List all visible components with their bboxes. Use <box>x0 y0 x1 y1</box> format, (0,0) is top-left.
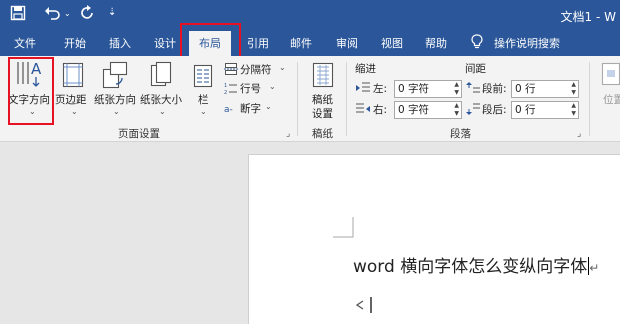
spacing-before-icon <box>466 82 480 93</box>
group-separator <box>589 62 590 136</box>
margins-icon <box>62 62 84 88</box>
chevron-down-icon: ⌄ <box>269 82 276 91</box>
page-size-icon <box>150 61 172 87</box>
document-workspace: word 横向字体怎么变纵向字体 ↵ <box>0 142 620 324</box>
tab-view[interactable]: 视图 <box>381 35 403 51</box>
size-label: 纸张大小 <box>140 94 182 106</box>
chevron-down-icon: ⌄ <box>71 107 78 116</box>
tab-home[interactable]: 开始 <box>64 35 86 51</box>
indent-left-value: 0 字符 <box>398 83 430 95</box>
chevron-down-icon: ⌄ <box>159 107 166 116</box>
spacing-heading: 间距 <box>465 63 486 75</box>
manuscript-group-label: 稿纸 <box>312 128 333 140</box>
save-icon[interactable] <box>10 5 26 25</box>
title-bar: ⌄ ⇣ 文档1 - W <box>0 0 620 30</box>
spin-arrows-icon[interactable]: ▲ ▼ <box>454 81 459 97</box>
spacing-after-input[interactable]: 0 行 ▲ ▼ <box>511 101 579 119</box>
spin-arrows-icon[interactable]: ▲ ▼ <box>571 81 576 97</box>
spacing-after-label: 段后: <box>482 104 507 116</box>
margin-corner-mark <box>333 217 354 238</box>
document-text[interactable]: word 横向字体怎么变纵向字体 ↵ <box>353 252 599 277</box>
tab-file[interactable]: 文件 <box>14 35 36 51</box>
group-separator <box>297 62 298 136</box>
tab-help[interactable]: 帮助 <box>425 35 447 51</box>
line-numbers-icon: 12 <box>224 83 237 95</box>
ribbon: A 文字方向 ⌄ 页边距 ⌄ 纸张方向 ⌄ 纸张大小 ⌄ 栏 ⌄ 分隔符 ⌄ 1… <box>0 56 620 142</box>
columns-label: 栏 <box>198 94 209 106</box>
dialog-launcher-icon[interactable]: ⌟ <box>577 129 581 139</box>
manuscript-icon <box>312 62 334 88</box>
tell-me-search[interactable]: 操作说明搜索 <box>494 35 560 51</box>
lightbulb-icon <box>471 34 483 52</box>
orientation-label: 纸张方向 <box>94 94 136 106</box>
text-direction-highlight <box>8 57 54 125</box>
tab-insert[interactable]: 插入 <box>109 35 131 51</box>
indent-right-input[interactable]: 0 字符 ▲ ▼ <box>394 101 462 119</box>
svg-text:2: 2 <box>224 90 227 95</box>
svg-text:a-: a- <box>224 105 233 115</box>
line-numbers-label: 行号 <box>240 83 261 95</box>
tab-mailings[interactable]: 邮件 <box>290 35 312 51</box>
customize-icon[interactable]: ⇣ <box>108 7 116 18</box>
redo-icon[interactable] <box>80 5 96 25</box>
indent-left-label: 左: <box>373 83 388 95</box>
page-setup-group-label: 页面设置 <box>118 128 160 140</box>
undo-dropdown-icon[interactable]: ⌄ <box>64 9 71 18</box>
columns-icon <box>193 64 213 88</box>
indent-left-input[interactable]: 0 字符 ▲ ▼ <box>394 80 462 98</box>
paragraph-mark: ↵ <box>589 261 600 275</box>
svg-text:1: 1 <box>224 83 227 89</box>
chevron-down-icon: ⌄ <box>265 102 272 111</box>
indent-right-label: 右: <box>373 104 388 116</box>
manuscript-label-line2: 设置 <box>312 108 333 120</box>
ribbon-tabs: 文件 开始 插入 设计 布局 引用 邮件 审阅 视图 帮助 操作说明搜索 <box>0 30 620 56</box>
breaks-icon <box>224 63 238 75</box>
indent-left-icon <box>356 82 370 92</box>
spin-arrows-icon[interactable]: ▲ ▼ <box>571 102 576 118</box>
spin-arrows-icon[interactable]: ▲ ▼ <box>454 102 459 118</box>
spacing-after-value: 0 行 <box>515 104 536 116</box>
tab-review[interactable]: 审阅 <box>336 35 358 51</box>
margins-label: 页边距 <box>55 94 87 106</box>
group-separator <box>346 62 347 136</box>
indent-right-value: 0 字符 <box>398 104 430 116</box>
spacing-after-icon <box>466 103 480 115</box>
tab-design[interactable]: 设计 <box>154 35 176 51</box>
manuscript-label-line1: 稿纸 <box>312 94 333 106</box>
paragraph-group-label: 段落 <box>450 128 471 140</box>
tab-references[interactable]: 引用 <box>247 35 269 51</box>
next-paragraph-mark <box>355 297 372 313</box>
document-text-content: word 横向字体怎么变纵向字体 <box>353 257 588 277</box>
hyphenation-icon: a- <box>224 105 233 115</box>
indent-right-icon <box>356 103 370 113</box>
dialog-launcher-icon[interactable]: ⌟ <box>286 129 290 139</box>
position-label: 位置 <box>603 94 620 106</box>
chevron-down-icon: ⌄ <box>113 107 120 116</box>
position-icon <box>601 62 620 86</box>
spacing-before-label: 段前: <box>482 83 507 95</box>
spacing-before-value: 0 行 <box>515 83 536 95</box>
undo-icon[interactable] <box>44 5 62 25</box>
breaks-label: 分隔符 <box>240 64 272 76</box>
hyphenation-label: 断字 <box>240 103 261 115</box>
indent-heading: 缩进 <box>355 63 376 75</box>
document-page[interactable]: word 横向字体怎么变纵向字体 ↵ <box>248 154 620 324</box>
document-title: 文档1 - W <box>560 10 616 24</box>
orientation-icon <box>102 61 128 89</box>
chevron-down-icon: ⌄ <box>200 107 207 116</box>
spacing-before-input[interactable]: 0 行 ▲ ▼ <box>511 80 579 98</box>
chevron-down-icon: ⌄ <box>279 63 286 72</box>
